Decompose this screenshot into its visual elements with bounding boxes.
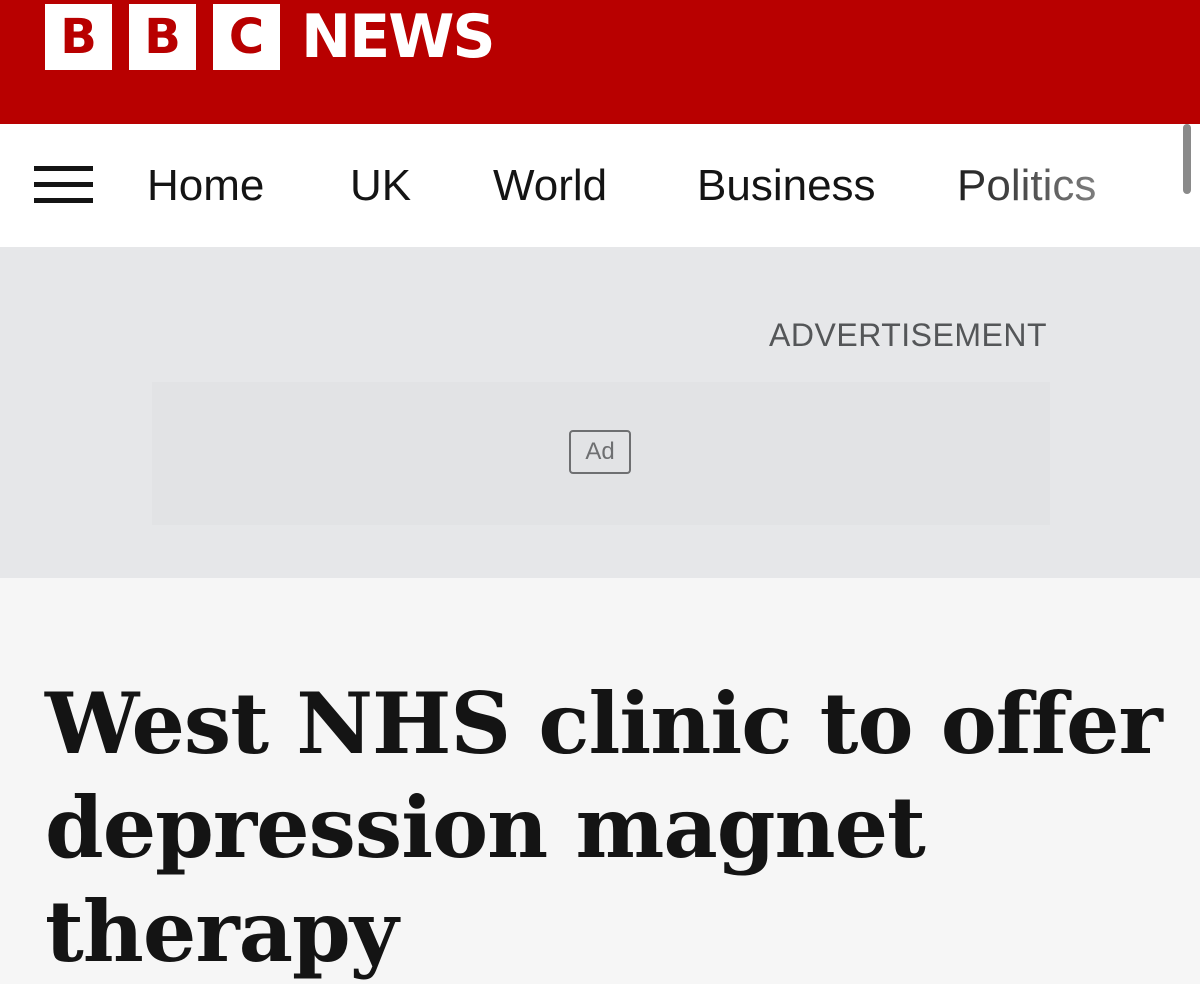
nav-item-home[interactable]: Home [147, 158, 264, 214]
logo-block-b2: B [129, 4, 196, 70]
masthead: B B C NEWS [0, 0, 1200, 124]
advertisement-label: ADVERTISEMENT [769, 317, 1047, 353]
page-scrollbar[interactable] [1183, 124, 1191, 194]
article-headline: West NHS clinic to offer depression magn… [45, 674, 1163, 981]
hamburger-menu-icon[interactable] [34, 166, 94, 206]
ad-badge: Ad [569, 430, 631, 474]
nav-item-world[interactable]: World [493, 158, 607, 214]
advertisement-area: ADVERTISEMENT Ad [0, 247, 1200, 578]
bbc-news-logo[interactable]: B B C NEWS [45, 2, 496, 72]
nav-item-uk[interactable]: UK [350, 158, 411, 214]
nav-item-business[interactable]: Business [697, 158, 876, 214]
main-navigation: Home UK World Business Politics [0, 124, 1200, 247]
logo-news-word: NEWS [301, 2, 496, 72]
logo-block-c: C [213, 4, 280, 70]
logo-block-b1: B [45, 4, 112, 70]
nav-item-politics[interactable]: Politics [957, 158, 1096, 214]
